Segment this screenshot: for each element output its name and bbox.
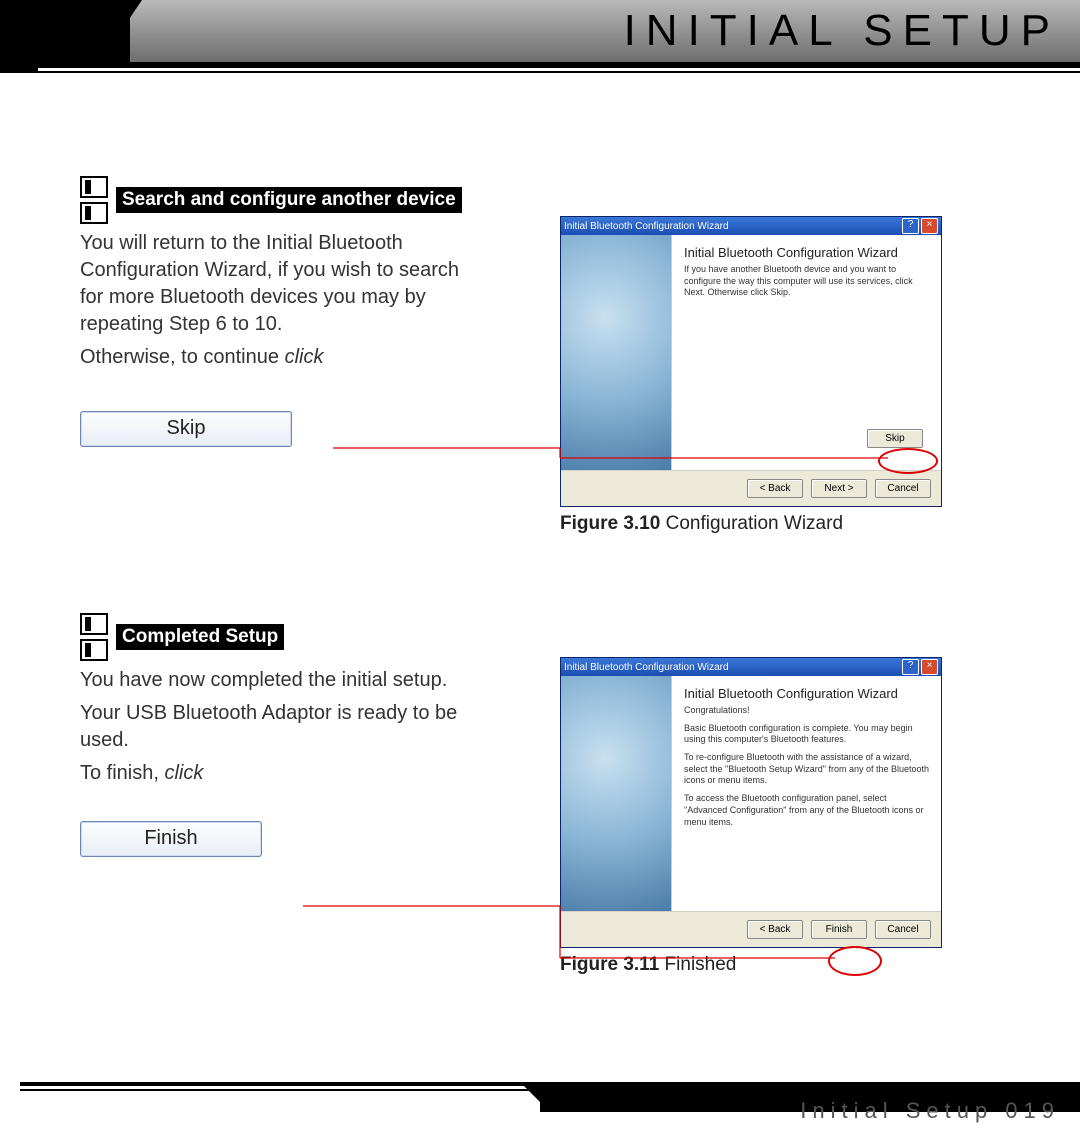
step-paragraph: Otherwise, to continue click xyxy=(80,344,460,371)
step-paragraph: Your USB Bluetooth Adaptor is ready to b… xyxy=(80,700,500,754)
back-button[interactable]: < Back xyxy=(747,920,803,939)
dialog-heading: Initial Bluetooth Configuration Wizard xyxy=(684,245,931,260)
step-heading: Search and configure another device xyxy=(116,187,462,213)
dialog-footer: < Back Next > Cancel xyxy=(561,470,941,506)
figure-text: Finished xyxy=(659,954,736,975)
close-icon[interactable]: × xyxy=(921,659,938,675)
header-leftblock xyxy=(0,62,38,73)
step-number-icon xyxy=(80,176,108,198)
figure-text: Configuration Wizard xyxy=(660,513,843,534)
next-button[interactable]: Next > xyxy=(811,479,867,498)
wizard-globe-image xyxy=(561,235,672,470)
close-icon[interactable]: × xyxy=(921,218,938,234)
step-10: Search and configure another device You … xyxy=(80,176,1020,535)
dialog-heading: Initial Bluetooth Configuration Wizard xyxy=(684,686,931,701)
footer-band: Initial Setup 019 xyxy=(0,1072,1080,1132)
dialog-text: If you have another Bluetooth device and… xyxy=(684,264,931,299)
cancel-button[interactable]: Cancel xyxy=(875,920,931,939)
finish-button-illustration: Finish xyxy=(80,821,262,857)
text-emphasis: click xyxy=(285,346,324,368)
text-emphasis: click xyxy=(164,762,203,784)
finish-button[interactable]: Finish xyxy=(811,920,867,939)
dialog-text: Basic Bluetooth configuration is complet… xyxy=(684,723,931,746)
dialog-titlebar: Initial Bluetooth Configuration Wizard ?… xyxy=(561,658,941,676)
skip-button-illustration: Skip xyxy=(80,411,292,447)
header-rule-thick xyxy=(30,62,1080,68)
dialog-footer: < Back Finish Cancel xyxy=(561,911,941,947)
back-button[interactable]: < Back xyxy=(747,479,803,498)
dialog-text: To access the Bluetooth configuration pa… xyxy=(684,793,931,828)
content-area: Search and configure another device You … xyxy=(80,176,1020,976)
step-11: Completed Setup You have now completed t… xyxy=(80,613,1020,976)
footer-text: Initial Setup 019 xyxy=(800,1098,1060,1124)
dialog-title: Initial Bluetooth Configuration Wizard xyxy=(564,662,729,673)
figure-caption: Figure 3.10 Configuration Wizard xyxy=(560,513,980,535)
figure-label: Figure 3.10 xyxy=(560,513,660,534)
step-paragraph: You will return to the Initial Bluetooth… xyxy=(80,230,460,338)
dialog-text: Congratulations! xyxy=(684,705,931,717)
step-paragraph: You have now completed the initial setup… xyxy=(80,667,500,694)
dialog-window: Initial Bluetooth Configuration Wizard ?… xyxy=(560,216,942,507)
header-band: Initial Setup xyxy=(0,0,1080,78)
dialog-title: Initial Bluetooth Configuration Wizard xyxy=(564,221,729,232)
step-number-icon xyxy=(80,613,108,635)
step-heading: Completed Setup xyxy=(116,624,284,650)
wizard-globe-image xyxy=(561,676,672,911)
text: To finish, xyxy=(80,762,164,784)
cancel-button[interactable]: Cancel xyxy=(875,479,931,498)
help-icon[interactable]: ? xyxy=(902,659,919,675)
dialog-text: To re-configure Bluetooth with the assis… xyxy=(684,752,931,787)
help-icon[interactable]: ? xyxy=(902,218,919,234)
step-paragraph: To finish, click xyxy=(80,760,460,787)
figure-caption: Figure 3.11 Finished xyxy=(560,954,980,976)
header-rule-thin xyxy=(30,71,1080,73)
manual-page: Initial Setup Search and configure anoth… xyxy=(0,0,1080,1132)
dialog-window: Initial Bluetooth Configuration Wizard ?… xyxy=(560,657,942,948)
dialog-titlebar: Initial Bluetooth Configuration Wizard ?… xyxy=(561,217,941,235)
figure-label: Figure 3.11 xyxy=(560,954,659,975)
page-title: Initial Setup xyxy=(624,6,1060,56)
text: Otherwise, to continue xyxy=(80,346,285,368)
skip-button[interactable]: Skip xyxy=(867,429,923,448)
step-number-icon xyxy=(80,639,108,661)
step-number-icon xyxy=(80,202,108,224)
